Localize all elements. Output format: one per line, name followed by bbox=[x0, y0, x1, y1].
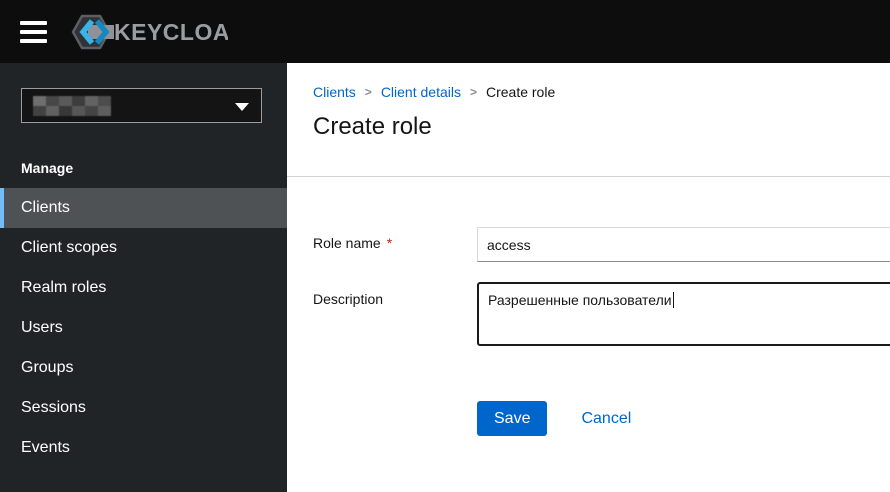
sidebar-item-sessions[interactable]: Sessions bbox=[0, 388, 287, 428]
sidebar-item-users[interactable]: Users bbox=[0, 308, 287, 348]
sidebar-item-groups[interactable]: Groups bbox=[0, 348, 287, 388]
breadcrumb: Clients > Client details > Create role bbox=[313, 84, 555, 100]
svg-text:KEYCLOAK: KEYCLOAK bbox=[114, 19, 228, 45]
breadcrumb-clients-link[interactable]: Clients bbox=[313, 84, 356, 100]
role-name-label: Role name * bbox=[313, 235, 392, 251]
realm-selector-dropdown[interactable] bbox=[21, 88, 262, 123]
sidebar: Manage Clients Client scopes Realm roles… bbox=[0, 63, 287, 492]
breadcrumb-current: Create role bbox=[485, 84, 556, 100]
section-divider bbox=[287, 176, 890, 177]
sidebar-item-events[interactable]: Events bbox=[0, 428, 287, 468]
description-label: Description bbox=[313, 291, 384, 307]
hamburger-bar bbox=[20, 38, 47, 43]
sidebar-nav: Clients Client scopes Realm roles Users … bbox=[0, 188, 287, 468]
description-textarea[interactable]: Разрешенные пользователи bbox=[477, 282, 890, 346]
realm-name-redacted bbox=[33, 95, 111, 116]
keycloak-admin-console: KEYCLOAK Manage Clients Client scopes Re… bbox=[0, 0, 890, 492]
sidebar-item-client-scopes[interactable]: Client scopes bbox=[0, 228, 287, 268]
text-cursor bbox=[672, 292, 674, 308]
keycloak-logo[interactable]: KEYCLOAK bbox=[70, 12, 228, 52]
description-text: Разрешенные пользователи bbox=[488, 292, 672, 308]
chevron-right-icon: > bbox=[469, 85, 477, 99]
breadcrumb-client-details-link[interactable]: Client details bbox=[381, 84, 461, 100]
keycloak-logo-icon: KEYCLOAK bbox=[71, 14, 228, 49]
main-content: Clients > Client details > Create role C… bbox=[287, 63, 890, 492]
sidebar-item-clients[interactable]: Clients bbox=[0, 188, 287, 228]
save-button[interactable]: Save bbox=[477, 401, 548, 436]
role-name-label-text: Role name bbox=[313, 235, 381, 251]
nav-section-title: Manage bbox=[21, 160, 74, 176]
role-name-input[interactable] bbox=[477, 227, 890, 262]
chevron-right-icon: > bbox=[364, 85, 372, 99]
cancel-link[interactable]: Cancel bbox=[581, 410, 631, 428]
caret-down-icon bbox=[235, 103, 249, 111]
form-actions: Save Cancel bbox=[477, 401, 631, 436]
masthead: KEYCLOAK bbox=[0, 0, 890, 63]
required-asterisk: * bbox=[386, 235, 393, 251]
sidebar-item-realm-roles[interactable]: Realm roles bbox=[0, 268, 287, 308]
hamburger-menu-icon[interactable] bbox=[20, 20, 48, 43]
hamburger-bar bbox=[20, 29, 47, 34]
hamburger-bar bbox=[20, 20, 47, 25]
page-title: Create role bbox=[313, 113, 432, 140]
